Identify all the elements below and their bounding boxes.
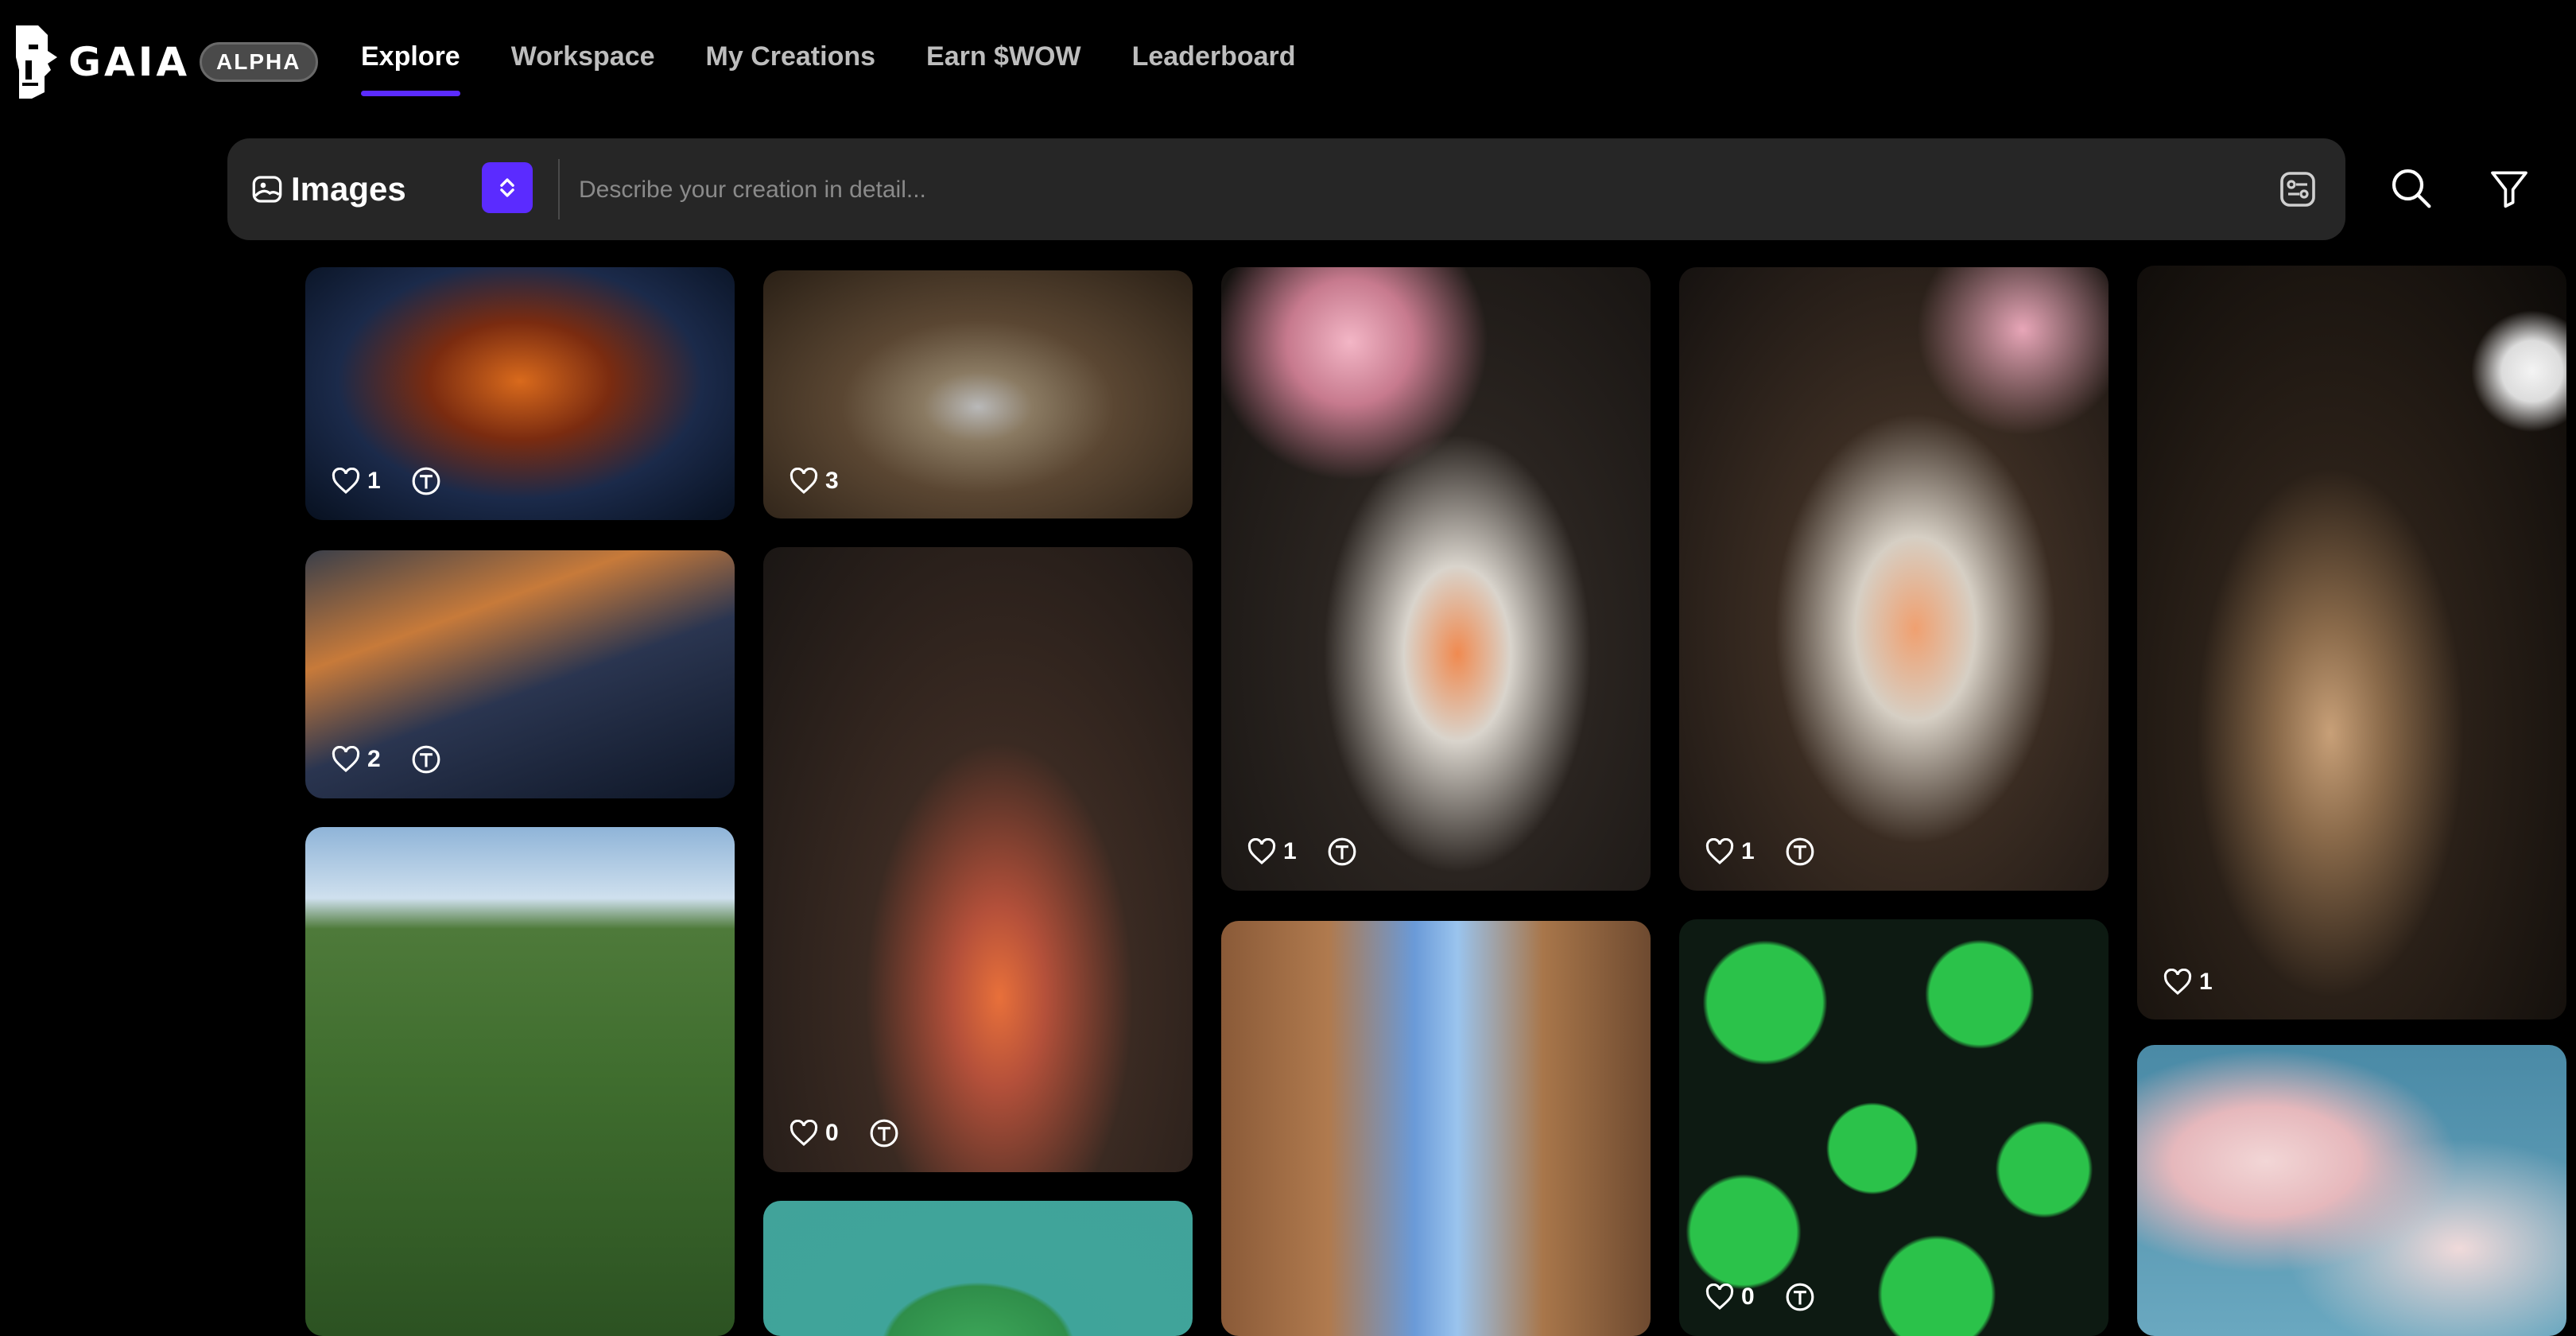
card-meta: 3 — [789, 468, 839, 495]
card-image — [1221, 267, 1651, 891]
card-image — [1679, 267, 2109, 891]
card-image — [1221, 921, 1651, 1336]
mode-label: Images — [291, 170, 406, 208]
card-image — [305, 827, 735, 1336]
image-card[interactable]: 1 — [1679, 267, 2109, 891]
image-card[interactable]: 1 — [2137, 266, 2566, 1019]
image-card[interactable]: 1 — [1221, 267, 1651, 891]
like-button[interactable]: 1 — [2163, 969, 2213, 996]
card-image — [763, 547, 1193, 1172]
mode-toggle-button[interactable] — [482, 162, 533, 213]
like-button[interactable]: 1 — [331, 468, 381, 495]
prompt-bar: Images — [227, 138, 2345, 240]
chevron-up-down-icon — [500, 178, 514, 197]
image-card[interactable] — [2137, 1045, 2566, 1336]
prompt-input[interactable] — [577, 165, 2242, 215]
card-meta: 1 — [1705, 837, 1815, 867]
divider — [558, 159, 560, 219]
heart-icon — [2163, 969, 2192, 995]
like-button[interactable]: 0 — [789, 1120, 839, 1147]
image-card[interactable]: 3 — [763, 270, 1193, 518]
heart-icon — [1705, 838, 1734, 864]
logo-text: GAIA — [68, 39, 191, 85]
like-button[interactable]: 1 — [1705, 838, 1755, 865]
main-nav: Explore Workspace My Creations Earn $WOW… — [361, 41, 1347, 96]
nav-workspace[interactable]: Workspace — [511, 41, 655, 96]
like-count: 1 — [367, 468, 381, 494]
card-meta: 1 — [1247, 837, 1357, 867]
tip-icon[interactable] — [1785, 1282, 1815, 1312]
heart-icon — [332, 746, 360, 772]
tip-icon[interactable] — [869, 1118, 899, 1148]
like-count: 0 — [1741, 1284, 1755, 1310]
tip-icon[interactable] — [1327, 837, 1357, 867]
settings-sliders-icon[interactable] — [2279, 170, 2317, 208]
like-button[interactable]: 1 — [1247, 838, 1297, 865]
gaia-logo[interactable]: GAIA ALPHA — [13, 22, 318, 102]
heart-icon — [1705, 1284, 1734, 1310]
like-count: 0 — [825, 1120, 839, 1146]
card-meta: 1 — [331, 466, 441, 496]
image-card[interactable]: 0 — [1679, 919, 2109, 1336]
image-card[interactable] — [305, 827, 735, 1336]
like-button[interactable]: 3 — [789, 468, 839, 495]
card-image — [2137, 1045, 2566, 1336]
heart-icon — [332, 468, 360, 494]
nav-my-creations[interactable]: My Creations — [706, 41, 876, 96]
tip-icon[interactable] — [1785, 837, 1815, 867]
mode-selector[interactable]: Images — [251, 162, 406, 216]
filter-icon[interactable] — [2487, 165, 2531, 210]
image-card[interactable]: 1 — [305, 267, 735, 520]
like-button[interactable]: 2 — [331, 746, 381, 773]
search-icon[interactable] — [2388, 165, 2433, 210]
nav-earn-wow[interactable]: Earn $WOW — [926, 41, 1081, 96]
card-meta: 0 — [789, 1118, 899, 1148]
image-card[interactable] — [1221, 921, 1651, 1336]
top-header: GAIA ALPHA Explore Workspace My Creation… — [0, 0, 2576, 127]
image-card[interactable]: 0 — [763, 547, 1193, 1172]
nav-explore[interactable]: Explore — [361, 41, 460, 96]
tip-icon[interactable] — [411, 466, 441, 496]
card-image — [1679, 919, 2109, 1336]
nav-leaderboard[interactable]: Leaderboard — [1132, 41, 1296, 96]
like-count: 3 — [825, 468, 839, 494]
card-image — [763, 1201, 1193, 1336]
tip-icon[interactable] — [411, 744, 441, 775]
image-icon — [252, 176, 282, 203]
alpha-badge: ALPHA — [200, 42, 318, 82]
like-count: 1 — [1283, 838, 1297, 864]
like-count: 2 — [367, 746, 381, 772]
like-count: 1 — [1741, 838, 1755, 864]
heart-icon — [1247, 838, 1276, 864]
image-card[interactable] — [763, 1201, 1193, 1336]
card-meta: 1 — [2163, 969, 2213, 996]
like-button[interactable]: 0 — [1705, 1284, 1755, 1311]
image-card[interactable]: 2 — [305, 550, 735, 798]
heart-icon — [789, 468, 818, 494]
heart-icon — [789, 1120, 818, 1146]
card-meta: 2 — [331, 744, 441, 775]
card-image — [2137, 266, 2566, 1019]
like-count: 1 — [2199, 969, 2213, 995]
logo-face-icon — [16, 25, 57, 99]
card-meta: 0 — [1705, 1282, 1815, 1312]
